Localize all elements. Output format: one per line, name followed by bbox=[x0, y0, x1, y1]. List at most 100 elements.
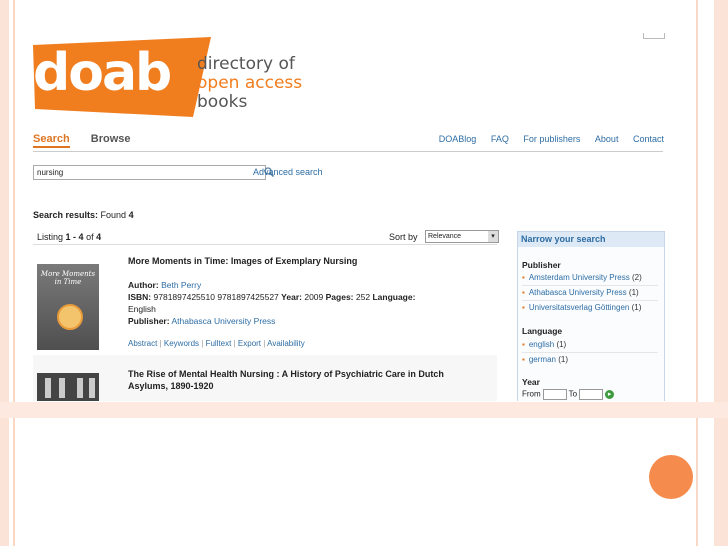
results-found-count: 4 bbox=[128, 210, 134, 220]
pages-value: 252 bbox=[355, 292, 371, 302]
bullet-icon: ▪ bbox=[522, 273, 525, 282]
sidebar-item-language[interactable]: ▪ german (1) bbox=[522, 355, 568, 364]
publisher-link[interactable]: Athabasca University Press bbox=[171, 316, 275, 326]
search-input[interactable]: nursing bbox=[33, 165, 266, 180]
publisher-count: (1) bbox=[628, 288, 639, 297]
tagline-line-2: open access bbox=[197, 73, 303, 93]
result-title[interactable]: More Moments in Time: Images of Exemplar… bbox=[128, 256, 357, 266]
result-title[interactable]: The Rise of Mental Health Nursing : A Hi… bbox=[128, 368, 478, 392]
publisher-label: Publisher: bbox=[128, 316, 170, 326]
bullet-icon: ▪ bbox=[522, 288, 525, 297]
window-corner-box bbox=[643, 33, 665, 39]
cover-title: More Moments in Time bbox=[40, 270, 96, 286]
slide-left-rule bbox=[13, 0, 15, 546]
bullet-icon: ▪ bbox=[522, 355, 525, 364]
language-name: german bbox=[528, 355, 556, 364]
year-to-label: To bbox=[568, 389, 578, 399]
nav-search-tab[interactable]: Search bbox=[33, 133, 70, 148]
year-to-input[interactable] bbox=[579, 389, 604, 400]
doab-logo-wordmark[interactable]: doab bbox=[33, 43, 172, 103]
listing-bar: Listing 1 - 4 of 4 Sort by Relevance ▾ bbox=[33, 230, 499, 245]
isbn-value: 9781897425510 9781897425527 bbox=[153, 292, 279, 302]
go-arrow-icon[interactable]: ▸ bbox=[605, 390, 615, 399]
secondary-nav: DOABlog FAQ For publishers About Contact bbox=[427, 134, 664, 144]
listing-prefix: Listing bbox=[37, 232, 64, 242]
year-from-label: From bbox=[522, 389, 541, 399]
nav-link-contact[interactable]: Contact bbox=[633, 134, 664, 144]
book-cover-image[interactable] bbox=[37, 373, 99, 401]
abstract-link[interactable]: Abstract bbox=[128, 339, 157, 348]
language-count: (1) bbox=[556, 340, 567, 349]
listing-total: 4 bbox=[96, 232, 102, 242]
sidebar-item-publisher[interactable]: ▪ Athabasca University Press (1) bbox=[522, 288, 639, 297]
sort-select[interactable]: Relevance ▾ bbox=[425, 230, 499, 243]
results-label: Search results: bbox=[33, 210, 99, 220]
nav-browse-tab[interactable]: Browse bbox=[91, 133, 131, 145]
nav-link-about[interactable]: About bbox=[595, 134, 619, 144]
result-item: More Moments in Time More Moments in Tim… bbox=[33, 251, 497, 355]
narrow-search-sidebar: Narrow your search Publisher ▪ Amsterdam … bbox=[517, 231, 665, 401]
search-results-heading: Search results: Found 4 bbox=[33, 210, 134, 220]
publisher-name: Amsterdam University Press bbox=[528, 273, 630, 282]
slide-right-margin bbox=[714, 0, 728, 546]
sidebar-item-publisher[interactable]: ▪ Amsterdam University Press (2) bbox=[522, 273, 642, 282]
keywords-link[interactable]: Keywords bbox=[164, 339, 199, 348]
availability-link[interactable]: Availability bbox=[267, 339, 305, 348]
publisher-name: Athabasca University Press bbox=[528, 288, 627, 297]
sidebar-divider bbox=[522, 285, 658, 286]
cover-flower-graphic bbox=[57, 304, 83, 330]
export-link[interactable]: Export bbox=[238, 339, 261, 348]
publisher-row: Publisher: Athabasca University Press bbox=[128, 315, 488, 327]
chevron-down-icon[interactable]: ▾ bbox=[488, 231, 498, 242]
slide-left-margin bbox=[0, 0, 9, 546]
sidebar-publisher-heading: Publisher bbox=[522, 260, 561, 270]
listing-summary: Listing 1 - 4 of 4 bbox=[37, 232, 101, 242]
isbn-row: ISBN: 9781897425510 9781897425527 Year: … bbox=[128, 291, 488, 303]
result-actions: Abstract | Keywords | Fulltext | Export … bbox=[128, 339, 305, 348]
listing-range: 1 - 4 bbox=[65, 232, 84, 242]
sort-selected-value: Relevance bbox=[428, 233, 462, 240]
action-separator: | bbox=[233, 339, 236, 348]
year-value: 2009 bbox=[304, 292, 324, 302]
nav-divider bbox=[33, 151, 663, 152]
nav-link-faq[interactable]: FAQ bbox=[491, 134, 509, 144]
sidebar-language-heading: Language bbox=[522, 326, 563, 336]
language-label: Language: bbox=[372, 292, 416, 302]
main-nav: Search Browse bbox=[33, 133, 149, 148]
sidebar-item-language[interactable]: ▪ english (1) bbox=[522, 340, 566, 349]
sidebar-divider bbox=[522, 352, 658, 353]
fulltext-link[interactable]: Fulltext bbox=[206, 339, 232, 348]
advanced-search-link[interactable]: Advanced search bbox=[253, 167, 323, 177]
author-link[interactable]: Beth Perry bbox=[161, 280, 201, 290]
results-found-label: Found bbox=[100, 210, 127, 220]
publisher-count: (2) bbox=[632, 273, 642, 282]
doab-tagline: directory of open access books bbox=[197, 55, 302, 112]
result-item: The Rise of Mental Health Nursing : A Hi… bbox=[33, 355, 497, 401]
listing-of: of bbox=[86, 232, 94, 242]
year-from-input[interactable] bbox=[542, 389, 567, 400]
sidebar-divider bbox=[522, 300, 658, 301]
tagline-line-3: books bbox=[197, 92, 248, 112]
author-row: Author: Beth Perry bbox=[128, 279, 488, 291]
year-label: Year: bbox=[281, 292, 302, 302]
sidebar-item-publisher[interactable]: ▪ Universitatsverlag Göttingen (1) bbox=[522, 303, 641, 312]
author-label: Author: bbox=[128, 280, 159, 290]
action-separator: | bbox=[263, 339, 266, 348]
nav-link-for-publishers[interactable]: For publishers bbox=[523, 134, 580, 144]
isbn-label: ISBN: bbox=[128, 292, 152, 302]
sidebar-header: Narrow your search bbox=[518, 232, 664, 247]
publisher-name: Universitatsverlag Göttingen bbox=[528, 303, 630, 312]
pages-label: Pages: bbox=[325, 292, 354, 302]
year-range-row: From To ▸ bbox=[522, 389, 615, 400]
slide-orange-circle bbox=[649, 455, 693, 499]
tagline-line-1: directory of bbox=[197, 54, 295, 74]
action-separator: | bbox=[159, 339, 162, 348]
sidebar-year-heading: Year bbox=[522, 377, 540, 387]
nav-link-doablog[interactable]: DOABlog bbox=[439, 134, 477, 144]
book-cover-image[interactable]: More Moments in Time bbox=[37, 264, 99, 350]
bullet-icon: ▪ bbox=[522, 303, 525, 312]
action-separator: | bbox=[201, 339, 204, 348]
slide-band bbox=[0, 402, 728, 418]
language-name: english bbox=[528, 340, 555, 349]
bullet-icon: ▪ bbox=[522, 340, 525, 349]
